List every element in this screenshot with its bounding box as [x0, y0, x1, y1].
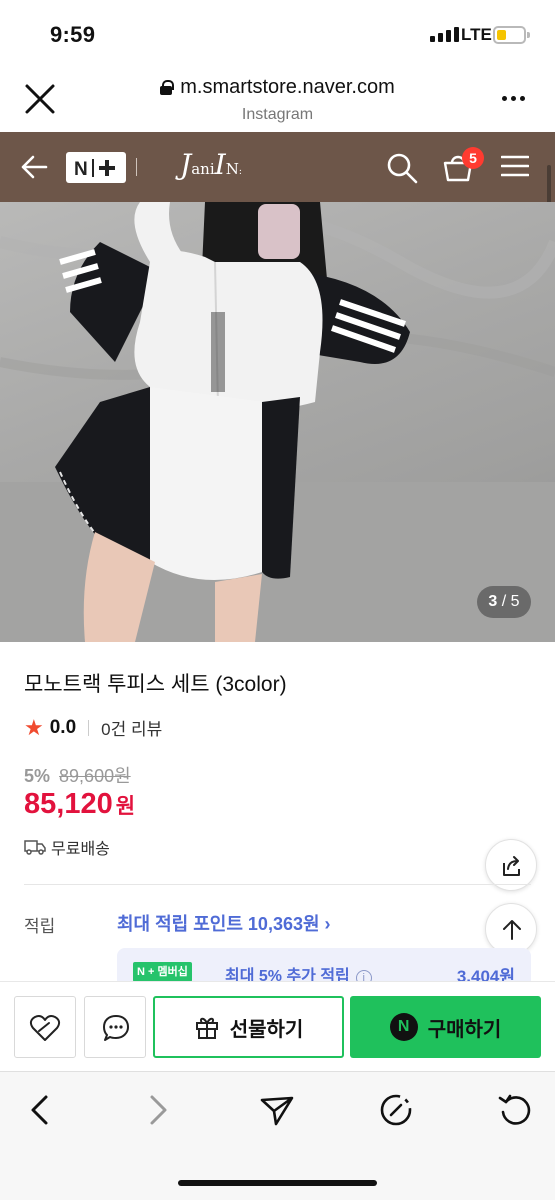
browser-forward-icon[interactable] — [140, 1092, 176, 1128]
original-price-row: 5% 89,600원 — [24, 762, 131, 788]
product-image[interactable] — [0, 202, 555, 642]
shipping-label: 무료배송 — [51, 841, 110, 858]
buy-label: 구매하기 — [427, 1018, 502, 1041]
home-indicator[interactable] — [178, 1180, 377, 1186]
original-price: 89,600원 — [59, 766, 131, 786]
naver-plus-logo: N — [74, 158, 115, 179]
image-counter: 3 / 5 — [477, 586, 531, 618]
browser-back-icon[interactable] — [22, 1092, 58, 1128]
points-label: 적립 — [24, 917, 56, 936]
url-text: m.smartstore.naver.com — [180, 76, 395, 98]
header-separator — [136, 158, 137, 176]
product-title: 모노트랙 투피스 세트 (3color) — [24, 673, 287, 696]
network-label: LTE — [461, 25, 492, 44]
truck-icon — [24, 840, 46, 855]
cart-count-badge: 5 — [462, 147, 484, 169]
wishlist-icon — [29, 1015, 61, 1041]
max-points-link[interactable]: 최대 적립 포인트 10,363원 › — [117, 910, 331, 936]
product-photo-illustration — [0, 202, 555, 642]
signal-icon — [430, 27, 459, 42]
scroll-top-icon — [503, 920, 521, 940]
battery-icon — [493, 26, 530, 44]
lock-icon — [160, 80, 175, 95]
compass-icon[interactable] — [378, 1092, 414, 1128]
wishlist-button[interactable] — [14, 996, 76, 1058]
chat-icon — [103, 1015, 129, 1041]
status-bar: 9:59 LTE — [0, 0, 555, 70]
buy-button[interactable]: N 구매하기 — [350, 996, 541, 1058]
naver-plus-badge[interactable]: N — [66, 152, 126, 183]
naver-pay-icon: N — [389, 1013, 418, 1041]
svg-text:N: N — [74, 159, 89, 179]
store-header: N JaniIN: 5 — [0, 132, 555, 202]
rating-score: 0.0 — [49, 716, 77, 738]
star-icon: ★ — [24, 714, 44, 740]
browser-subtitle: Instagram — [241, 106, 314, 123]
sale-price-value: 85,120 — [24, 788, 113, 820]
rating-separator — [88, 719, 90, 736]
shipping-info: 무료배송 — [24, 835, 110, 859]
review-count[interactable]: 0건 리뷰 — [101, 715, 162, 740]
sale-price: 85,120 원 — [24, 788, 135, 821]
price-currency: 원 — [115, 795, 136, 818]
url-field[interactable]: m.smartstore.naver.com — [160, 76, 395, 99]
gift-button[interactable]: 선물하기 — [153, 996, 344, 1058]
rating-row[interactable]: ★ 0.0 0건 리뷰 — [24, 715, 162, 740]
purchase-action-bar: 선물하기 N 구매하기 — [0, 981, 555, 1071]
gift-label: 선물하기 — [229, 1018, 304, 1041]
chat-button[interactable] — [84, 996, 146, 1058]
section-divider — [24, 884, 531, 885]
back-arrow-icon[interactable] — [20, 154, 48, 180]
reload-icon[interactable] — [497, 1092, 533, 1128]
more-icon[interactable] — [502, 96, 525, 101]
brand-logo[interactable]: JaniIN: — [180, 148, 242, 181]
search-icon[interactable] — [386, 152, 418, 184]
membership-badge: N + 멤버십 — [133, 962, 192, 982]
share-icon — [503, 856, 520, 876]
browser-url-bar: m.smartstore.naver.com Instagram — [0, 70, 555, 132]
send-icon[interactable] — [259, 1092, 295, 1128]
gift-icon — [195, 1017, 218, 1039]
menu-icon[interactable] — [501, 154, 529, 178]
discount-rate: 5% — [24, 766, 51, 786]
status-time: 9:59 — [50, 22, 96, 47]
